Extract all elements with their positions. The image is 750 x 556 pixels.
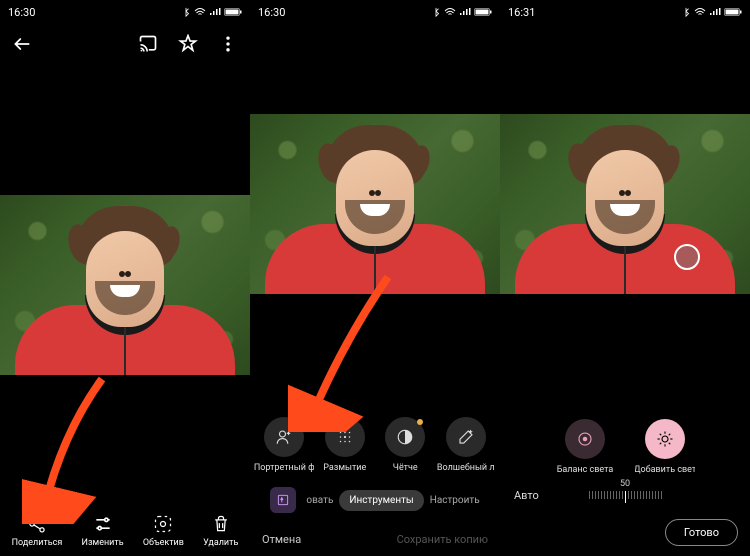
share-icon	[27, 514, 47, 534]
auto-button[interactable]: Авто	[514, 489, 539, 502]
edit-label: Изменить	[82, 538, 124, 548]
tool-magic-eraser[interactable]: Волшебный л	[436, 417, 496, 473]
status-bar: 16:31	[500, 0, 750, 24]
status-bar: 16:30	[250, 0, 500, 24]
tab-tools[interactable]: Инструменты	[339, 490, 423, 511]
signal-icon	[459, 7, 471, 17]
contrast-icon	[396, 428, 414, 446]
eraser-icon	[457, 428, 475, 446]
editor-tabs: овать Инструменты Настроить	[250, 477, 500, 523]
status-icons	[181, 7, 242, 17]
tool-blur[interactable]: Размытие	[315, 417, 375, 473]
favorite-button[interactable]	[176, 32, 200, 56]
bottom-toolbar: Поделиться Изменить Объектив Удалить	[0, 506, 250, 556]
person-sparkle-icon	[275, 428, 293, 446]
trash-icon	[211, 514, 231, 534]
lens-icon	[153, 514, 173, 534]
tool-portrait-label: Портретный ф	[254, 463, 314, 473]
tool-blur-label: Размытие	[323, 463, 366, 473]
markup-icon	[276, 493, 290, 507]
signal-icon	[709, 7, 721, 17]
clock: 16:30	[258, 6, 285, 19]
screen-editor-light: 16:31 Баланс света Доб	[500, 0, 750, 556]
bluetooth-icon	[431, 7, 441, 17]
cancel-button[interactable]: Отмена	[262, 533, 301, 546]
light-tool-row: Баланс света Добавить свет	[500, 409, 750, 479]
status-icons	[431, 7, 492, 17]
tool-light-balance[interactable]: Баланс света	[555, 419, 615, 475]
lens-button[interactable]: Объектив	[143, 514, 184, 548]
photo-viewport[interactable]	[0, 64, 250, 506]
light-source-handle[interactable]	[674, 244, 700, 270]
screen-editor-tools: 16:30 Портретный ф Размытие	[250, 0, 500, 556]
back-button[interactable]	[10, 32, 34, 56]
markup-button[interactable]	[270, 487, 296, 513]
photo-editing[interactable]	[500, 114, 750, 294]
clock: 16:31	[508, 6, 535, 19]
tool-add-light[interactable]: Добавить свет	[635, 419, 695, 475]
tool-sharpen-label: Чётче	[393, 463, 418, 473]
delete-label: Удалить	[203, 538, 238, 548]
balance-icon	[576, 430, 594, 448]
tool-row: Портретный ф Размытие Чётче Волшебный л	[250, 407, 500, 477]
signal-icon	[209, 7, 221, 17]
more-button[interactable]	[216, 32, 240, 56]
clock: 16:30	[8, 6, 35, 19]
tool-magic-label: Волшебный л	[437, 463, 495, 473]
editor-bottom-bar: Готово	[500, 509, 750, 556]
top-bar	[0, 24, 250, 64]
lens-label: Объектив	[143, 538, 184, 548]
cast-button[interactable]	[136, 32, 160, 56]
wifi-icon	[194, 7, 206, 17]
share-button[interactable]: Поделиться	[12, 514, 63, 548]
status-icons	[681, 7, 742, 17]
photo	[0, 195, 250, 375]
battery-icon	[724, 7, 742, 17]
delete-button[interactable]: Удалить	[203, 514, 238, 548]
tool-portrait[interactable]: Портретный ф	[254, 417, 314, 473]
wifi-icon	[694, 7, 706, 17]
share-label: Поделиться	[12, 538, 63, 548]
tool-balance-label: Баланс света	[557, 465, 614, 475]
tool-add-light-label: Добавить свет	[635, 465, 695, 475]
bluetooth-icon	[181, 7, 191, 17]
sun-icon	[656, 430, 674, 448]
status-bar: 16:30	[0, 0, 250, 24]
save-copy-button: Сохранить копию	[397, 533, 488, 546]
blur-icon	[336, 428, 354, 446]
wifi-icon	[444, 7, 456, 17]
editor-bottom-bar: Отмена Сохранить копию	[250, 523, 500, 556]
screen-photo-view: 16:30	[0, 0, 250, 556]
battery-icon	[474, 7, 492, 17]
slider-value: 50	[620, 479, 630, 489]
tab-crop[interactable]: овать	[306, 495, 333, 506]
sliders-icon	[93, 514, 113, 534]
done-button[interactable]: Готово	[665, 519, 738, 546]
battery-icon	[224, 7, 242, 17]
tab-adjust[interactable]: Настроить	[430, 495, 480, 506]
bluetooth-icon	[681, 7, 691, 17]
tool-sharpen[interactable]: Чётче	[375, 417, 435, 473]
edit-button[interactable]: Изменить	[82, 514, 124, 548]
photo-editing[interactable]	[250, 114, 500, 294]
